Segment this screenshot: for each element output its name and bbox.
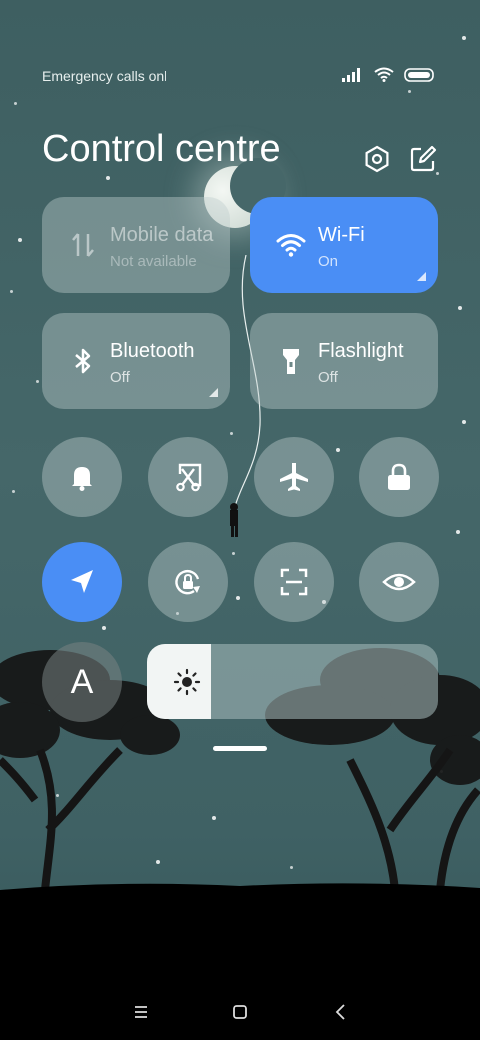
tile-label: Wi-Fi [318, 224, 365, 246]
drag-handle[interactable] [213, 746, 267, 751]
wifi-icon [276, 234, 306, 257]
tile-bluetooth[interactable]: Bluetooth Off [42, 313, 230, 409]
menu-icon[interactable] [129, 1000, 153, 1024]
toggle-lock-screen[interactable] [359, 437, 439, 517]
expand-corner-icon[interactable] [209, 388, 218, 397]
screenshot-icon [176, 463, 202, 492]
toggle-location[interactable] [42, 542, 122, 622]
tile-wifi[interactable]: Wi-Fi On [250, 197, 438, 293]
tile-label: Mobile data [110, 224, 214, 246]
tile-status: Off [318, 369, 338, 386]
signal-icon [342, 67, 360, 82]
eye-icon [382, 573, 416, 591]
brightness-slider[interactable] [147, 644, 438, 719]
lock-icon [388, 463, 410, 490]
toggle-auto-rotate[interactable] [148, 542, 228, 622]
navigation-bar [0, 990, 480, 1034]
tile-status: On [318, 253, 339, 270]
toggle-reading-mode[interactable] [359, 542, 439, 622]
bluetooth-icon [75, 348, 91, 374]
battery-icon [404, 67, 434, 82]
flashlight-icon [283, 349, 299, 374]
settings-icon[interactable] [362, 144, 392, 174]
tile-label: Flashlight [318, 340, 404, 362]
tile-status: Off [110, 369, 130, 386]
font-size-button[interactable]: A [42, 642, 122, 722]
back-icon[interactable] [329, 1000, 353, 1024]
toggle-screenshot[interactable] [148, 437, 228, 517]
scan-icon [280, 568, 308, 596]
expand-corner-icon[interactable] [417, 272, 426, 281]
tile-mobile-data[interactable]: Mobile data Not available [42, 197, 230, 293]
tile-label: Bluetooth [110, 340, 195, 362]
brightness-icon [173, 668, 201, 696]
home-icon[interactable] [228, 1000, 252, 1024]
toggle-scanner[interactable] [254, 542, 334, 622]
tile-status: Not available [110, 253, 197, 270]
bell-icon [72, 467, 92, 491]
location-icon [71, 570, 93, 593]
airplane-icon [280, 463, 308, 491]
font-letter: A [70, 662, 94, 701]
edit-icon[interactable] [408, 144, 438, 174]
status-bar: Emergency calls only [0, 64, 480, 88]
toggle-airplane-mode[interactable] [254, 437, 334, 517]
wifi-icon [374, 67, 394, 82]
carrier-text: Emergency calls only [42, 68, 166, 84]
auto-rotate-icon [175, 569, 200, 595]
toggle-silent[interactable] [42, 437, 122, 517]
mobile-data-icon [72, 233, 94, 257]
tile-flashlight[interactable]: Flashlight Off [250, 313, 438, 409]
page-title: Control centre [42, 128, 281, 170]
